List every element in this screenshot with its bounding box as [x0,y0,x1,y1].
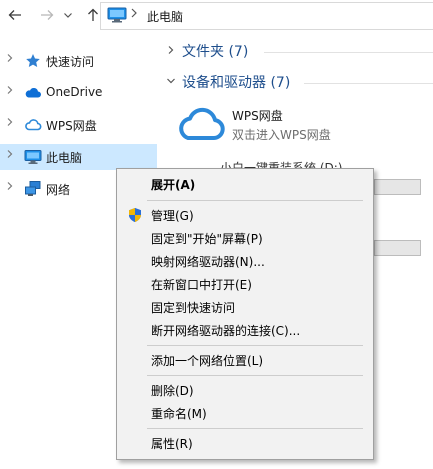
menu-item-pin-to-start[interactable]: 固定到"开始"屏幕(P) [117,227,373,249]
menu-item-label: 展开(A) [151,177,196,192]
menu-separator [147,375,363,376]
sidebar-item-label: WPS网盘 [46,119,97,133]
menu-item-label: 映射网络驱动器(N)... [151,254,265,269]
breadcrumb-this-pc[interactable]: 此电脑 [147,8,183,25]
menu-item-label: 属性(R) [151,436,193,451]
menu-item-label: 删除(D) [151,383,194,398]
group-divider [264,52,433,53]
breadcrumb-chevron-icon[interactable] [129,7,139,22]
drive-usage-bar [374,179,421,195]
context-menu: 展开(A) 管理(G) 固定到"开始"屏幕(P) 映射网络驱动器(N)... 在… [116,168,374,460]
expand-chevron-icon[interactable] [6,53,14,66]
cloud-icon [24,84,42,102]
address-bar[interactable]: 此电脑 [100,2,433,30]
arrow-right-icon [41,10,54,20]
menu-item-label: 添加一个网络位置(L) [151,353,264,368]
menu-item-disconnect-network-drive[interactable]: 断开网络驱动器的连接(C)... [117,319,373,341]
group-title: 文件夹 (7) [182,44,249,60]
chevron-down-icon [166,76,182,89]
star-icon [24,52,42,70]
arrow-up-icon [88,8,98,21]
chevron-right-icon [166,45,182,58]
wps-cloud-icon [24,116,42,134]
expand-chevron-icon[interactable] [6,149,14,162]
shield-icon [127,207,143,226]
group-divider [304,83,433,84]
sidebar-item-label: 此电脑 [46,151,83,165]
menu-item-open-new-window[interactable]: 在新窗口中打开(E) [117,273,373,295]
menu-item-delete[interactable]: 删除(D) [117,379,373,401]
menu-item-label: 固定到快速访问 [151,300,236,315]
menu-separator [147,345,363,346]
expand-chevron-icon[interactable] [6,181,14,194]
group-title: 设备和驱动器 (7) [182,75,291,91]
expand-chevron-icon[interactable] [6,117,14,130]
sidebar-item-label: OneDrive [46,85,103,99]
group-header-folders[interactable]: 文件夹 (7) [166,39,248,63]
menu-item-add-network-location[interactable]: 添加一个网络位置(L) [117,349,373,371]
network-icon [24,180,42,198]
drive-usage-bar [374,240,421,256]
menu-item-map-network-drive[interactable]: 映射网络驱动器(N)... [117,250,373,272]
group-header-devices[interactable]: 设备和驱动器 (7) [166,70,290,94]
menu-item-label: 断开网络驱动器的连接(C)... [151,323,301,338]
menu-item-label: 在新窗口中打开(E) [151,277,252,292]
computer-icon [24,148,42,166]
menu-item-label: 重命名(M) [151,406,207,421]
wps-cloud-large-icon[interactable] [176,105,226,143]
sidebar-item-wps-cloud[interactable]: WPS网盘 [0,112,157,138]
menu-separator [147,428,363,429]
sidebar-item-label: 快速访问 [46,55,95,69]
arrow-left-icon [8,10,21,20]
sidebar-item-quick-access[interactable]: 快速访问 [0,48,157,74]
drive-name[interactable]: WPS网盘 [232,107,283,124]
chevron-down-icon [64,13,72,18]
sidebar-item-this-pc[interactable]: 此电脑 [0,144,157,170]
expand-chevron-icon[interactable] [6,85,14,98]
menu-item-rename[interactable]: 重命名(M) [117,402,373,424]
menu-item-properties[interactable]: 属性(R) [117,432,373,454]
recent-locations-button[interactable] [62,6,74,24]
this-pc-icon [107,7,127,26]
menu-item-manage[interactable]: 管理(G) [117,204,373,226]
drive-subtitle: 双击进入WPS网盘 [232,128,331,142]
menu-item-label: 固定到"开始"屏幕(P) [151,231,263,246]
menu-item-pin-quick-access[interactable]: 固定到快速访问 [117,296,373,318]
forward-button[interactable] [38,6,56,24]
menu-item-expand[interactable]: 展开(A) [117,173,373,195]
sidebar-item-onedrive[interactable]: OneDrive [0,80,157,106]
menu-separator [147,200,363,201]
back-button[interactable] [6,6,24,24]
navigation-toolbar: 此电脑 [0,0,433,32]
sidebar-item-label: 网络 [46,183,71,197]
menu-item-label: 管理(G) [151,208,194,223]
